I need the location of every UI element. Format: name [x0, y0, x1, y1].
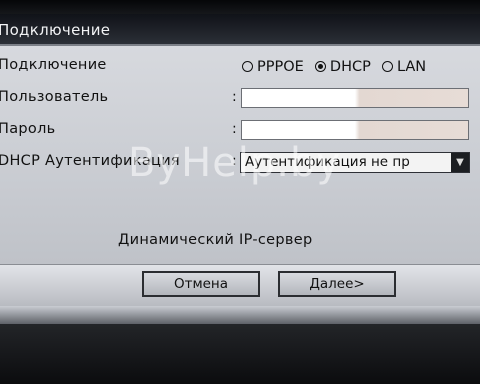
password-label: Пароль [0, 121, 56, 137]
radio-dhcp-label: DHCP [329, 59, 371, 75]
radio-selected-icon [314, 60, 326, 72]
password-colon: : [232, 121, 237, 137]
radio-circle-icon [381, 60, 393, 72]
radio-lan-label: LAN [396, 59, 427, 75]
dialog-titlebar: Подключение [0, 14, 480, 46]
radio-dhcp[interactable]: DHCP [314, 59, 371, 75]
radio-pppoe-label: PPPOE [257, 59, 304, 75]
dialog-title: Подключение [0, 21, 111, 39]
screen-reflection [0, 306, 480, 324]
connection-type-radio-group: PPPOE DHCP LAN [242, 56, 432, 75]
user-row: Пользователь : [0, 86, 480, 112]
radio-circle-icon [242, 60, 253, 72]
connection-label: Подключение [0, 57, 107, 73]
dynamic-ip-server-text: Динамический IP-сервер [118, 232, 313, 248]
dialog-footer: Отмена Далее> [0, 264, 480, 307]
user-input[interactable] [241, 88, 469, 108]
screen-bezel-bottom [0, 306, 480, 384]
dropdown-arrow-icon[interactable]: ▼ [451, 153, 469, 172]
password-input[interactable] [241, 120, 469, 140]
radio-lan[interactable]: LAN [381, 59, 427, 75]
connection-row: Подключение PPPOE DHCP LAN [0, 54, 480, 80]
next-button[interactable]: Далее> [278, 271, 396, 297]
watermark-logo: ByHelp.by [128, 140, 342, 186]
radio-pppoe[interactable]: PPPOE [242, 59, 304, 75]
user-label: Пользователь [0, 89, 109, 105]
user-colon: : [232, 89, 237, 105]
cancel-button[interactable]: Отмена [142, 271, 260, 297]
